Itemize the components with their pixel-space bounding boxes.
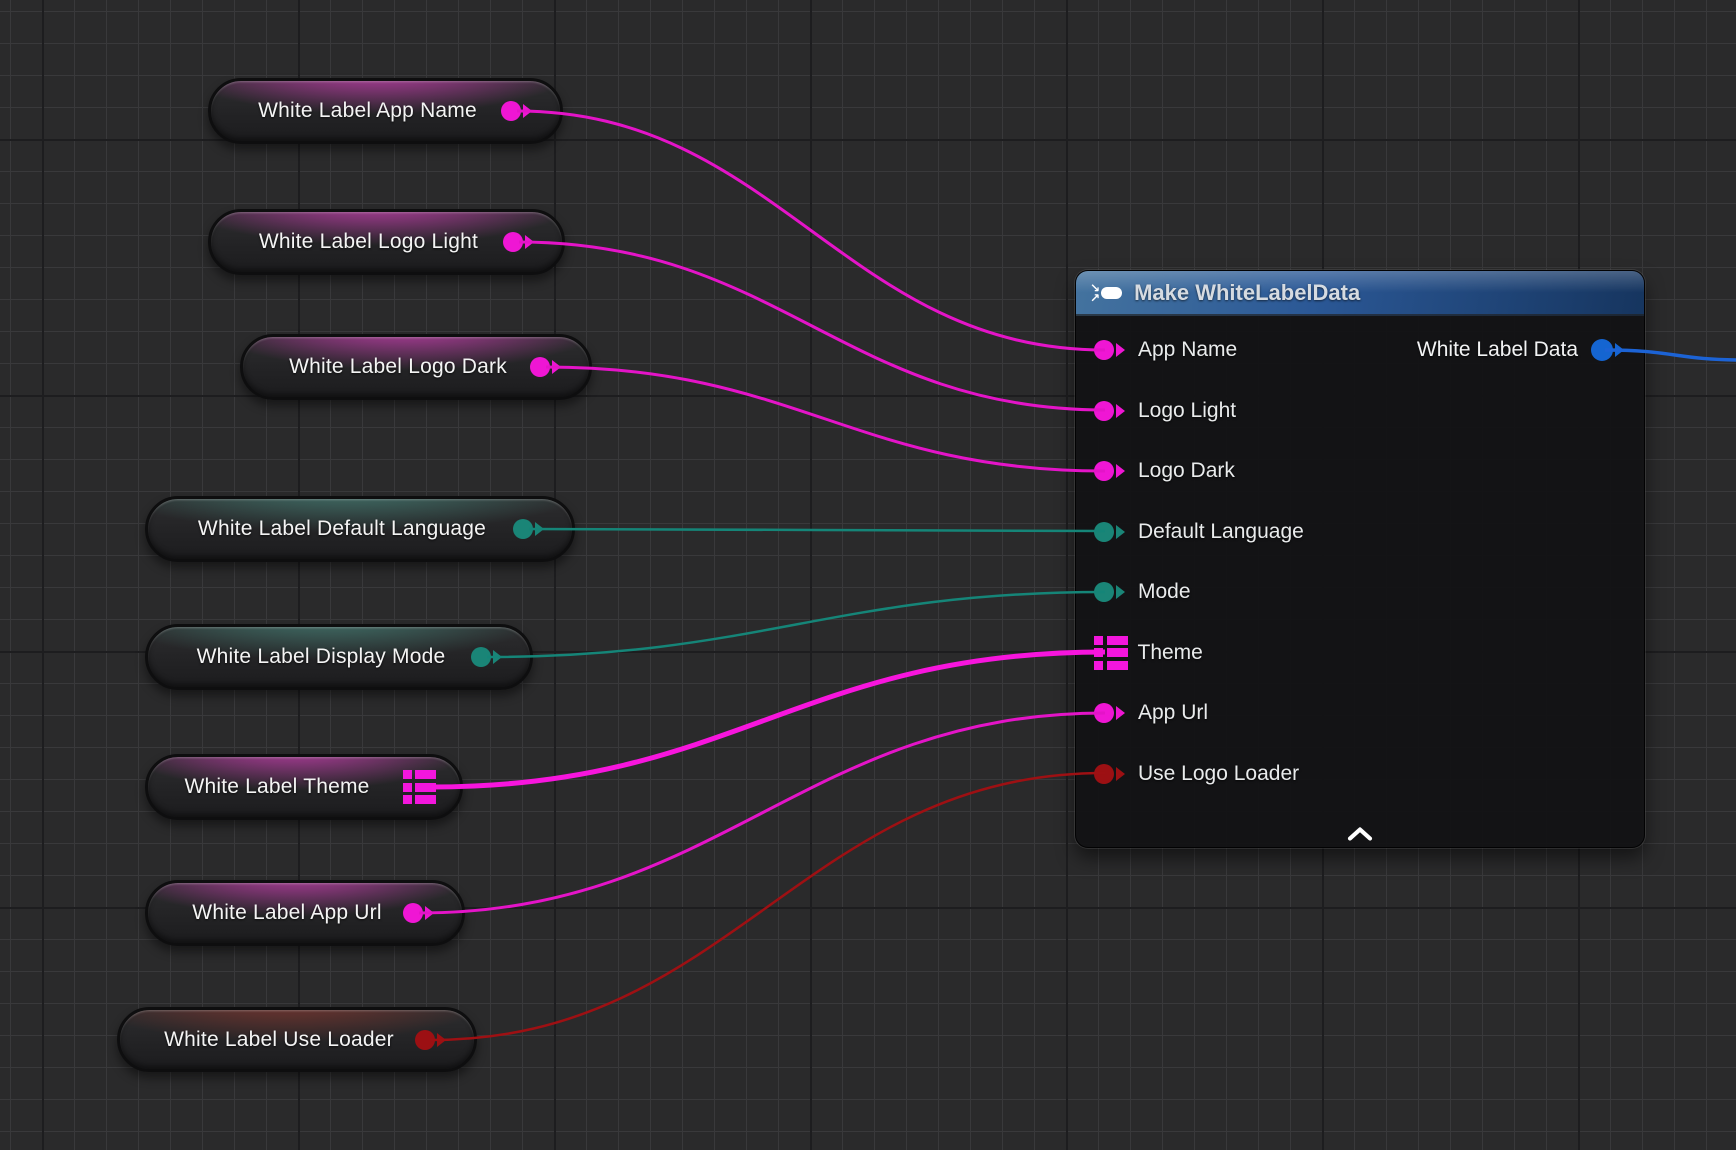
struct-grid-icon[interactable] xyxy=(403,770,437,804)
collapse-node-button[interactable] xyxy=(1076,827,1644,841)
pin-label: Default Language xyxy=(1138,520,1304,544)
wire-logo-dark[interactable] xyxy=(546,367,1105,471)
pin-row-default-language: Default Language xyxy=(1076,502,1644,563)
wire-theme[interactable] xyxy=(432,652,1105,787)
pin-label: App Url xyxy=(1138,701,1208,725)
output-pin-white-label-data[interactable] xyxy=(1591,339,1624,361)
node-title: Make WhiteLabelData xyxy=(1134,280,1360,306)
pin-row-white-label-data: White Label Data xyxy=(1417,320,1624,381)
output-pin-string[interactable] xyxy=(503,232,534,252)
getter-label: White Label App Url xyxy=(170,901,404,925)
pin-label: White Label Data xyxy=(1417,338,1578,362)
getter-label: White Label Display Mode xyxy=(170,645,472,669)
input-pin-logo-light[interactable] xyxy=(1094,401,1125,421)
pin-label: Use Logo Loader xyxy=(1138,762,1299,786)
output-pin-string[interactable] xyxy=(501,101,532,121)
wire-logo-light[interactable] xyxy=(519,242,1105,410)
blueprint-graph-canvas[interactable]: White Label App Name White Label Logo Li… xyxy=(0,0,1736,1150)
pin-row-app-url: App Url xyxy=(1076,683,1644,744)
pin-label: Mode xyxy=(1138,580,1191,604)
output-pin-enum[interactable] xyxy=(471,647,502,667)
input-pin-use-logo-loader[interactable] xyxy=(1094,764,1125,784)
getter-node-white-label-app-url[interactable]: White Label App Url xyxy=(145,880,465,946)
wire-app-url[interactable] xyxy=(419,713,1105,913)
pin-row-mode: Mode xyxy=(1076,562,1644,623)
make-whitelabeldata-node[interactable]: ↘↗ Make WhiteLabelData App Name Logo Lig… xyxy=(1075,270,1645,848)
pin-row-theme: Theme xyxy=(1076,623,1644,684)
getter-node-white-label-display-mode[interactable]: White Label Display Mode xyxy=(145,624,533,690)
getter-label: White Label Logo Dark xyxy=(265,355,531,379)
pin-label: Logo Light xyxy=(1138,399,1236,423)
pin-label: App Name xyxy=(1138,338,1237,362)
pin-row-logo-light: Logo Light xyxy=(1076,381,1644,442)
wire-app-name[interactable] xyxy=(517,111,1105,350)
wire-display-mode[interactable] xyxy=(487,592,1105,657)
struct-grid-icon[interactable] xyxy=(1094,636,1128,670)
input-pin-logo-dark[interactable] xyxy=(1094,461,1125,481)
pin-row-logo-dark: Logo Dark xyxy=(1076,441,1644,502)
input-pin-app-name[interactable] xyxy=(1094,340,1125,360)
wire-use-loader[interactable] xyxy=(431,773,1105,1040)
getter-label: White Label Theme xyxy=(170,775,402,799)
node-header[interactable]: ↘↗ Make WhiteLabelData xyxy=(1076,271,1644,316)
getter-label: White Label App Name xyxy=(233,99,502,123)
getter-node-white-label-app-name[interactable]: White Label App Name xyxy=(208,78,563,144)
output-pin-string[interactable] xyxy=(403,903,434,923)
wire-default-language[interactable] xyxy=(529,529,1105,531)
getter-label: White Label Default Language xyxy=(170,517,514,541)
input-pin-app-url[interactable] xyxy=(1094,703,1125,723)
output-pin-enum[interactable] xyxy=(513,519,544,539)
pin-row-use-logo-loader: Use Logo Loader xyxy=(1076,744,1644,805)
getter-label: White Label Logo Light xyxy=(233,230,504,254)
getter-node-white-label-logo-dark[interactable]: White Label Logo Dark xyxy=(240,334,592,400)
make-struct-icon: ↘↗ xyxy=(1090,283,1122,303)
chevron-up-icon xyxy=(1347,827,1373,841)
output-pin-string[interactable] xyxy=(530,357,561,377)
getter-node-white-label-default-language[interactable]: White Label Default Language xyxy=(145,496,575,562)
output-pin-bool[interactable] xyxy=(415,1030,446,1050)
input-pin-mode[interactable] xyxy=(1094,582,1125,602)
getter-label: White Label Use Loader xyxy=(142,1028,416,1052)
pin-label: Logo Dark xyxy=(1138,459,1235,483)
getter-node-white-label-theme[interactable]: White Label Theme xyxy=(145,754,463,820)
getter-node-white-label-logo-light[interactable]: White Label Logo Light xyxy=(208,209,565,275)
getter-node-white-label-use-loader[interactable]: White Label Use Loader xyxy=(117,1007,477,1072)
input-pin-default-language[interactable] xyxy=(1094,522,1125,542)
pin-label: Theme xyxy=(1138,641,1203,665)
